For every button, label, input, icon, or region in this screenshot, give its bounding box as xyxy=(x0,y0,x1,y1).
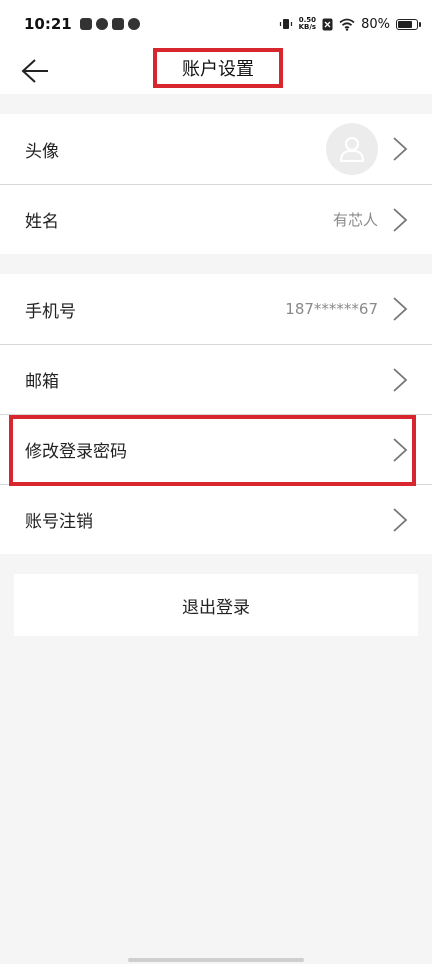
chevron-right-icon xyxy=(393,137,408,161)
profile-group: 头像 姓名 有芯人 xyxy=(0,114,432,254)
avatar-label: 头像 xyxy=(25,141,59,162)
status-time: 10:21 xyxy=(24,15,72,33)
account-group: 手机号 187******67 邮箱 修改登录密码 账号注销 xyxy=(0,274,432,554)
logout-button[interactable]: 退出登录 xyxy=(14,574,418,636)
wifi-icon xyxy=(339,18,355,31)
notification-app-icon xyxy=(127,18,140,30)
battery-percent: 80% xyxy=(361,16,390,32)
phone-value: 187******67 xyxy=(285,300,378,318)
battery-icon xyxy=(396,18,421,30)
chevron-right-icon xyxy=(393,367,408,392)
change-password-row[interactable]: 修改登录密码 xyxy=(0,414,432,484)
notification-app-icon xyxy=(95,18,108,30)
email-row[interactable]: 邮箱 xyxy=(0,344,432,414)
cancel-account-label: 账号注销 xyxy=(25,512,93,532)
header-bar: 账户设置 xyxy=(0,48,432,94)
cancel-account-row[interactable]: 账号注销 xyxy=(0,484,432,554)
chevron-right-icon xyxy=(393,297,408,321)
tiktok-icon xyxy=(111,18,124,30)
back-arrow-icon xyxy=(21,59,48,83)
logout-label: 退出登录 xyxy=(182,597,250,618)
back-button[interactable] xyxy=(18,54,52,88)
network-speed: 0.50 KB/s xyxy=(299,17,316,31)
battery-fill xyxy=(398,20,413,28)
chevron-right-icon xyxy=(393,507,408,532)
name-row[interactable]: 姓名 有芯人 xyxy=(0,184,432,254)
sim-off-icon xyxy=(322,18,333,30)
email-label: 邮箱 xyxy=(25,372,59,392)
avatar-row[interactable]: 头像 xyxy=(0,114,432,184)
vibrate-icon xyxy=(279,19,292,29)
user-placeholder-icon xyxy=(339,137,365,162)
change-password-label: 修改登录密码 xyxy=(25,442,127,462)
network-speed-unit: KB/s xyxy=(298,23,317,31)
home-indicator[interactable] xyxy=(128,958,304,962)
status-right: 0.50 KB/s 80% xyxy=(279,16,421,32)
notification-app-icon xyxy=(79,18,92,30)
phone-row[interactable]: 手机号 187******67 xyxy=(0,274,432,344)
chevron-right-icon xyxy=(393,207,408,232)
status-bar: 10:21 0.50 KB/s 80% xyxy=(0,0,432,48)
name-value: 有芯人 xyxy=(332,211,378,229)
status-app-icons xyxy=(79,18,140,30)
name-label: 姓名 xyxy=(25,212,59,232)
chevron-right-icon xyxy=(393,437,408,462)
page-title: 账户设置 xyxy=(182,59,254,80)
phone-label: 手机号 xyxy=(25,301,76,322)
avatar[interactable] xyxy=(326,123,378,175)
title-highlight-box: 账户设置 xyxy=(153,48,283,88)
